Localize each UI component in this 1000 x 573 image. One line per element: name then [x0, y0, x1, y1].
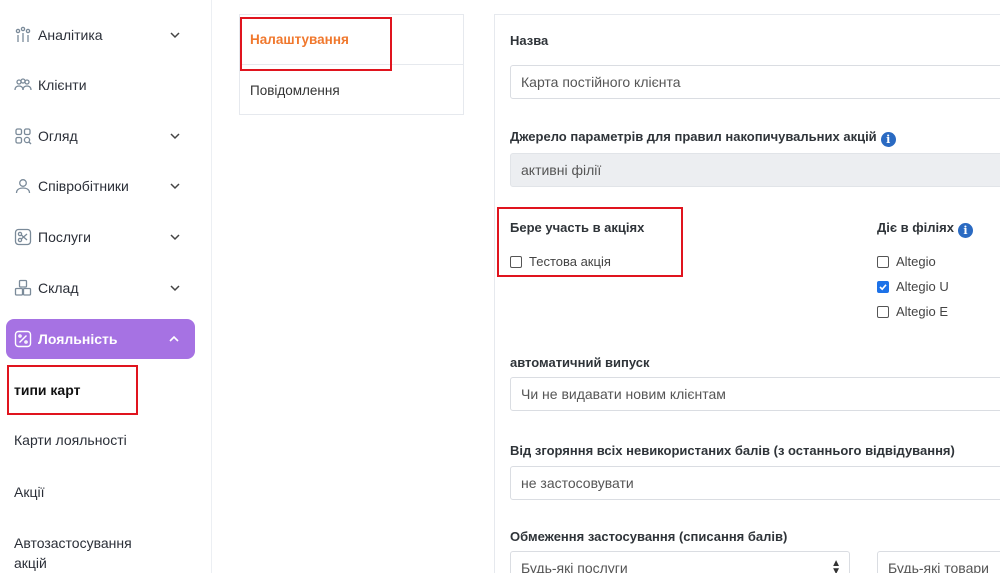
branch-checkbox-row[interactable]: Altegio E	[877, 304, 948, 319]
source-label: Джерело параметрів для правил накопичува…	[510, 129, 896, 147]
sidebar-item-warehouse[interactable]: Склад	[14, 268, 196, 308]
chevron-down-icon	[170, 133, 180, 140]
sidebar-item-employees[interactable]: Співробітники	[14, 166, 196, 206]
sidebar-item-label: Огляд	[38, 128, 78, 144]
branch-label: Altegio E	[896, 304, 949, 319]
source-label-text: Джерело параметрів для правил накопичува…	[510, 129, 877, 144]
auto-issue-label: автоматичний випуск	[510, 355, 650, 370]
burn-label: Від згоряння всіх невикористаних балів (…	[510, 443, 955, 458]
goods-value: Будь-які товари	[888, 560, 989, 573]
sidebar-item-label: Співробітники	[38, 178, 129, 194]
sidebar-subitem-promotions[interactable]: Акції	[14, 482, 44, 502]
analytics-icon	[14, 26, 32, 44]
services-select[interactable]: Будь-які послуги ▲ ▼	[510, 551, 850, 573]
info-icon[interactable]: i	[957, 223, 973, 238]
burn-value: не застосовувати	[521, 475, 634, 491]
name-value: Карта постійного клієнта	[521, 74, 681, 90]
chevron-up-icon	[169, 335, 179, 342]
sidebar-item-label: Лояльність	[38, 331, 118, 347]
sidebar-item-services[interactable]: Послуги	[14, 217, 196, 257]
services-value: Будь-які послуги	[521, 560, 628, 573]
sidebar-subitem-loyalty-cards[interactable]: Карти лояльності	[14, 430, 127, 450]
sidebar-item-label: Склад	[38, 280, 79, 296]
sidebar-item-label: Аналітика	[38, 27, 103, 43]
sidebar-item-label: Клієнти	[38, 77, 87, 93]
chevron-down-icon	[170, 234, 180, 241]
sidebar: Аналітика Клієнти Огляд Співробітники По…	[0, 0, 212, 573]
promo-checkbox-row[interactable]: Тестова акція	[510, 254, 611, 269]
burn-select[interactable]: не застосовувати	[510, 466, 1000, 500]
overview-icon	[14, 127, 32, 145]
info-icon[interactable]: i	[880, 132, 896, 147]
sidebar-subitem-auto-promotions[interactable]: Автозастосування акцій	[14, 533, 164, 573]
branches-label: Діє в філіях i	[877, 220, 973, 238]
sidebar-subitem-card-types[interactable]: типи карт	[14, 380, 80, 400]
promos-label: Бере участь в акціях	[510, 220, 645, 235]
branch-checkbox-row[interactable]: Altegio	[877, 254, 936, 269]
sidebar-item-clients[interactable]: Клієнти	[14, 65, 196, 105]
warehouse-icon	[14, 279, 32, 297]
chevron-down-icon	[170, 183, 180, 190]
clients-icon	[14, 76, 32, 94]
checkbox[interactable]	[510, 255, 522, 268]
auto-issue-select[interactable]: Чи не видавати новим клієнтам	[510, 377, 1000, 411]
branch-checkbox-row[interactable]: Altegio U	[877, 279, 949, 294]
chevron-down-icon	[170, 32, 180, 39]
checkbox[interactable]	[877, 305, 889, 318]
checkbox-checked[interactable]	[877, 280, 889, 293]
sidebar-item-analytics[interactable]: Аналітика	[14, 15, 196, 55]
branch-label: Altegio	[896, 254, 936, 269]
user-icon	[14, 177, 32, 195]
promo-label: Тестова акція	[529, 254, 611, 269]
tab-notifications[interactable]: Повідомлення	[240, 65, 463, 115]
tab-settings[interactable]: Налаштування	[240, 15, 463, 65]
name-label: Назва	[510, 33, 549, 48]
chevron-down-icon	[170, 285, 180, 292]
auto-issue-value: Чи не видавати новим клієнтам	[521, 386, 726, 402]
check-icon	[879, 283, 887, 290]
goods-select[interactable]: Будь-які товари	[877, 551, 1000, 573]
checkbox[interactable]	[877, 255, 889, 268]
scissors-icon	[14, 228, 32, 246]
name-field[interactable]: Карта постійного клієнта	[510, 65, 1000, 99]
source-value: активні філії	[521, 162, 602, 178]
card-type-form: Назва Карта постійного клієнта Джерело п…	[494, 14, 1000, 573]
branches-label-text: Діє в філіях	[877, 220, 954, 235]
settings-tabs: Налаштування Повідомлення	[239, 14, 464, 115]
source-field: активні філії	[510, 153, 1000, 187]
percent-icon	[14, 330, 32, 348]
sidebar-item-label: Послуги	[38, 229, 91, 245]
limit-label: Обмеження застосування (списання балів)	[510, 529, 788, 544]
branch-label: Altegio U	[896, 279, 949, 294]
sort-caret-icon: ▲ ▼	[831, 558, 841, 573]
sidebar-item-loyalty[interactable]: Лояльність	[6, 319, 195, 359]
sidebar-item-overview[interactable]: Огляд	[14, 116, 196, 156]
